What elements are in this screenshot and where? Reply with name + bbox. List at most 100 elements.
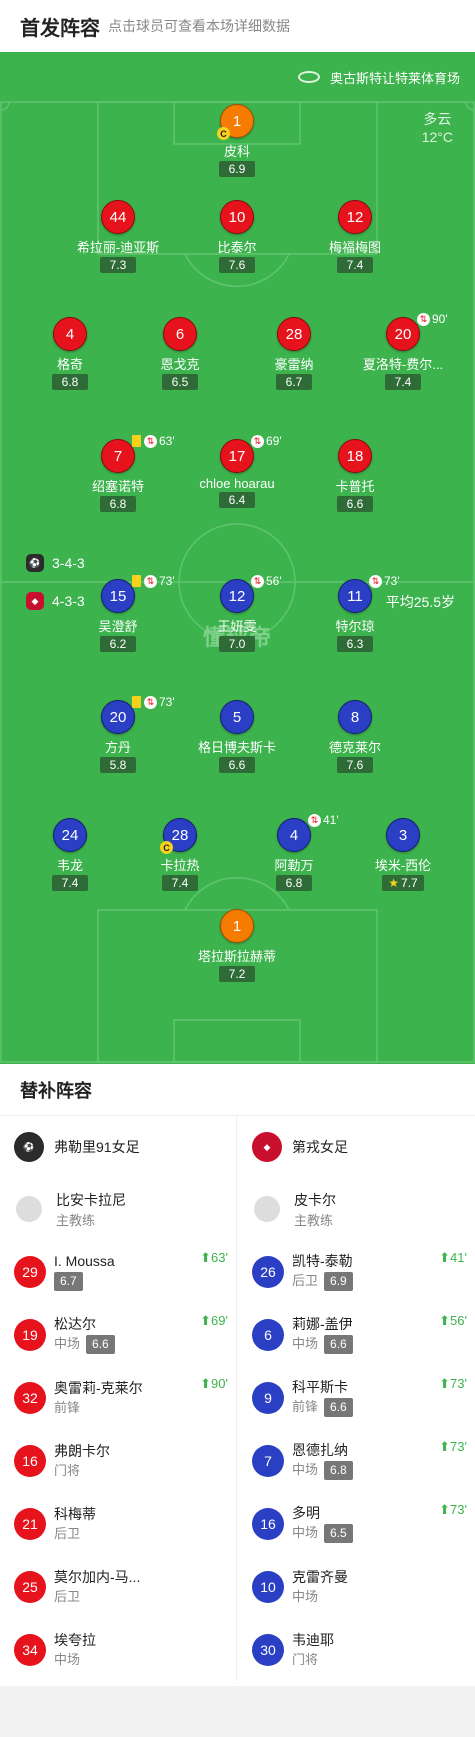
player-rating-value: 6.5 [171, 375, 189, 389]
bench-player-row[interactable]: 34 埃夸拉 中场 [0, 1618, 236, 1681]
player-rating: 6.2 [100, 636, 136, 652]
player-marker[interactable]: 4 格奇 6.8 [10, 317, 130, 391]
bench-player-row[interactable]: 9 科平斯卡 前锋 6.6 ⬆73' [238, 1366, 475, 1429]
player-number: 20 ⇅ 90' [386, 312, 448, 351]
player-marker[interactable]: 11 ⇅ 73' 特尔琼 6.3 [295, 574, 415, 653]
bench-team-right[interactable]: ◆ 第戎女足 [238, 1116, 475, 1178]
bench-player-row[interactable]: 25 莫尔加内-马... 后卫 [0, 1555, 236, 1618]
player-number: 12 ⇅ 56' [220, 574, 282, 613]
player-rating: 7.0 [219, 636, 255, 652]
bench-player-rating: 6.6 [324, 1398, 353, 1417]
substitution-in-icon: ⬆ [439, 1376, 451, 1391]
bench-player-info: 韦迪耶 门将 [292, 1631, 334, 1669]
player-number: 28 [277, 317, 311, 351]
bench-player-row[interactable]: 26 凯特-泰勒 后卫 6.9 ⬆41' [238, 1240, 475, 1303]
player-marker[interactable]: 24 韦龙 7.4 [10, 818, 130, 892]
coach-avatar-icon [16, 1196, 42, 1222]
bench-player-row[interactable]: 16 多明 中场 6.5 ⬆73' [238, 1492, 475, 1555]
player-rating: 5.8 [100, 757, 136, 773]
player-number-text: 1 [232, 112, 242, 130]
bench-player-row[interactable]: 16 弗朗卡尔 门将 [0, 1429, 236, 1492]
player-rating: 6.8 [276, 875, 312, 891]
bench-player-number: 10 [252, 1570, 284, 1603]
player-marker[interactable]: 4 ⇅ 41' 阿勒万 6.8 [234, 813, 354, 892]
player-marker[interactable]: 1 塔拉斯拉赫蒂 7.2 [177, 909, 297, 983]
player-rating-value: 7.4 [171, 876, 189, 890]
weather-temp: 12°C [421, 129, 453, 145]
player-marker[interactable]: 15 ⇅ 73' 吴澄舒 6.2 [58, 574, 178, 653]
player-marker[interactable]: 28 豪雷纳 6.7 [234, 317, 354, 391]
sub-in-minute: 90' [211, 1376, 228, 1391]
bench-player-number: 34 [14, 1633, 46, 1666]
player-marker[interactable]: 20 ⇅ 90' 夏洛特-费尔... 7.4 [343, 312, 463, 391]
venue: 奥古斯特让特莱体育场 [0, 52, 475, 102]
player-marker[interactable]: 8 德克莱尔 7.6 [295, 700, 415, 774]
player-number: 4 [53, 317, 87, 351]
player-number: 3 [386, 818, 420, 852]
player-number-text: 5 [232, 708, 242, 726]
substitution-in-icon: ⬆ [439, 1439, 451, 1454]
bench-player-name: 莉娜-盖伊 [292, 1316, 353, 1332]
substitution-in-icon: ⬆ [200, 1250, 212, 1265]
bench-player-row[interactable]: 30 韦迪耶 门将 [238, 1618, 475, 1681]
sub-minute: 63' [159, 434, 175, 448]
player-name: 比泰尔 [217, 240, 257, 255]
player-number-text: 4 [65, 325, 75, 343]
player-marker[interactable]: 7 ⇅ 63' 绍塞诺特 6.8 [58, 434, 178, 513]
bench-player-position: 后卫 [292, 1273, 319, 1288]
player-marker[interactable]: 28 C 卡拉热 7.4 [120, 818, 240, 892]
bench-player-row[interactable]: 6 莉娜-盖伊 中场 6.6 ⬆56' [238, 1303, 475, 1366]
bench-player-info: 弗朗卡尔 门将 [54, 1442, 110, 1480]
bench-player-row[interactable]: 29 I. Moussa 6.7 ⬆63' [0, 1240, 236, 1303]
bench-player-info: 凯特-泰勒 后卫 6.9 [292, 1252, 353, 1291]
player-name: 夏洛特-费尔... [362, 357, 444, 372]
bench-player-meta: 前锋 [54, 1398, 143, 1417]
player-marker[interactable]: 3 埃米-西伦 ★ 7.7 [343, 818, 463, 892]
bench-player-position: 门将 [292, 1651, 319, 1667]
player-marker[interactable]: 1 C 皮科 6.9 [177, 104, 297, 178]
player-marker[interactable]: 6 恩戈克 6.5 [120, 317, 240, 391]
player-marker[interactable]: 20 ⇅ 73' 方丹 5.8 [58, 695, 178, 774]
player-marker[interactable]: 5 格日博夫斯卡 6.6 [177, 700, 297, 774]
bench-player-row[interactable]: 21 科梅蒂 后卫 [0, 1492, 236, 1555]
player-marker[interactable]: 12 梅福梅图 7.4 [295, 200, 415, 274]
coach-name: 皮卡尔 [294, 1191, 336, 1208]
bench-player-position: 中场 [292, 1525, 319, 1540]
player-number: 24 [53, 818, 87, 852]
player-rating: 6.9 [219, 161, 255, 177]
bench-team-left[interactable]: ⚽ 弗勒里91女足 [0, 1116, 236, 1178]
bench-player-position: 中场 [54, 1651, 81, 1667]
bench-player-row[interactable]: 10 克雷齐曼 中场 [238, 1555, 475, 1618]
bench-player-row[interactable]: 32 奥雷莉-克莱尔 前锋 ⬆90' [0, 1366, 236, 1429]
substitution-in-icon: ⬆ [439, 1502, 451, 1517]
player-rating-value: 7.6 [346, 758, 364, 772]
bench-player-name: 多明 [292, 1505, 320, 1521]
sub-in-indicator: ⬆73' [439, 1502, 467, 1518]
player-number: 1 [220, 909, 254, 943]
bench-player-meta: 门将 [54, 1461, 110, 1480]
player-marker[interactable]: 10 比泰尔 7.6 [177, 200, 297, 274]
player-number: 12 [338, 200, 372, 234]
bench-player-row[interactable]: 7 恩德扎纳 中场 6.8 ⬆73' [238, 1429, 475, 1492]
player-marker[interactable]: 44 希拉丽-迪亚斯 7.3 [58, 200, 178, 274]
team-name: 弗勒里91女足 [54, 1139, 140, 1155]
yellow-card-icon [132, 696, 141, 708]
bench-player-position: 中场 [54, 1336, 81, 1351]
player-number-text: 44 [109, 208, 127, 226]
bench-list-right: 26 凯特-泰勒 后卫 6.9 ⬆41' 6 莉娜-盖伊 中场 6.6 ⬆56' 9 科平斯卡 前锋 6.… [238, 1240, 475, 1681]
coach-left[interactable]: 比安卡拉尼 主教练 [0, 1178, 236, 1240]
player-marker[interactable]: 18 卡普托 6.6 [295, 439, 415, 513]
home-formation: ⚽ 3-4-3 [26, 554, 85, 572]
coach-right[interactable]: 皮卡尔 主教练 [238, 1178, 475, 1240]
player-rating-value: 6.9 [228, 162, 246, 176]
player-rating-value: 7.0 [228, 637, 246, 651]
coach-role: 主教练 [294, 1212, 334, 1228]
player-number-text: 28 [285, 325, 303, 343]
player-marker[interactable]: 12 ⇅ 56' 王妍雯 7.0 [177, 574, 297, 653]
substitution-in-icon: ⬆ [200, 1313, 212, 1328]
bench-player-meta: 后卫 6.9 [292, 1271, 353, 1291]
player-marker[interactable]: 17 ⇅ 69' chloe hoarau 6.4 [177, 434, 297, 509]
bench-player-number: 29 [14, 1255, 46, 1288]
bench-player-row[interactable]: 19 松达尔 中场 6.6 ⬆69' [0, 1303, 236, 1366]
player-number-text: 10 [228, 208, 246, 226]
